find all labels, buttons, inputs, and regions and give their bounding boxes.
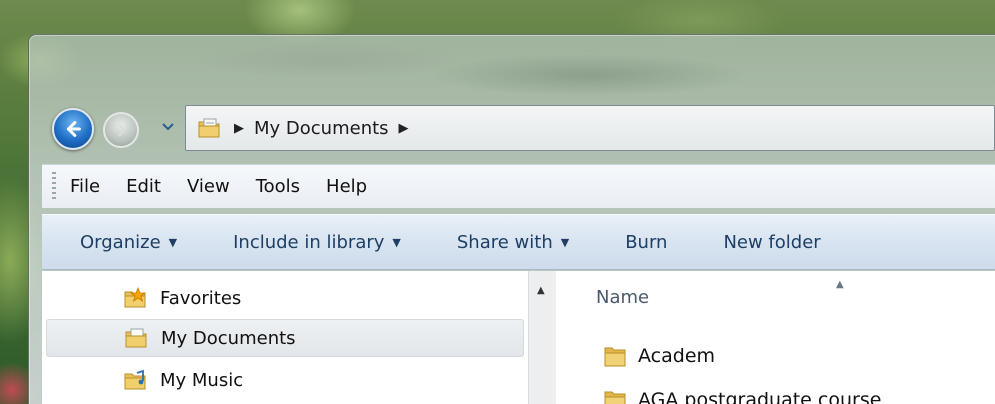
- toolbar-grip: [52, 171, 56, 202]
- sort-ascending-icon: ▲: [836, 279, 844, 290]
- recent-pages-dropdown[interactable]: [161, 121, 175, 133]
- file-row[interactable]: Academ: [602, 343, 715, 369]
- menu-bar: File Edit View Tools Help: [42, 164, 995, 208]
- new-folder-button[interactable]: New folder: [723, 232, 820, 253]
- window-glass-frame: [29, 35, 995, 115]
- address-bar[interactable]: ▶ My Documents ▶: [185, 105, 995, 151]
- back-button[interactable]: [52, 108, 94, 150]
- file-row[interactable]: AGA postgraduate course: [602, 387, 881, 404]
- column-header-name[interactable]: Name: [596, 287, 649, 308]
- share-with-button[interactable]: Share with ▼: [457, 232, 569, 253]
- favorites-icon: [124, 286, 147, 308]
- navigation-scrollbar[interactable]: ▲: [528, 271, 556, 404]
- back-arrow-icon: [66, 121, 81, 137]
- chevron-down-icon: [162, 123, 174, 131]
- chevron-down-icon: ▼: [392, 235, 401, 249]
- folder-icon: [604, 347, 626, 367]
- music-folder-icon: [124, 369, 146, 390]
- file-name: AGA postgraduate course: [638, 389, 882, 404]
- folder-icon: [604, 391, 626, 404]
- include-in-library-label: Include in library: [233, 231, 385, 253]
- scroll-up-arrow-icon[interactable]: ▲: [537, 285, 545, 296]
- chevron-down-icon: ▼: [168, 235, 178, 249]
- forward-button[interactable]: [103, 112, 139, 148]
- organize-button[interactable]: Organize ▼: [80, 232, 177, 253]
- breadcrumb-separator-arrow[interactable]: ▶: [399, 121, 409, 136]
- organize-label: Organize: [80, 231, 161, 253]
- command-bar: Organize ▼ Include in library ▼ Share wi…: [42, 214, 995, 270]
- nav-item-label: My Documents: [161, 327, 296, 349]
- nav-item-label: My Music: [160, 369, 244, 391]
- forward-arrow-icon: [114, 123, 126, 137]
- nav-item-favorites[interactable]: Favorites: [42, 279, 241, 317]
- nav-item-label: Favorites: [160, 287, 242, 309]
- nav-item-my-music[interactable]: My Music: [42, 361, 243, 399]
- menu-file[interactable]: File: [70, 176, 100, 197]
- menu-view[interactable]: View: [187, 176, 230, 197]
- file-list: ▲ Name Academ AGA postgraduate course: [556, 271, 995, 404]
- chevron-down-icon: ▼: [560, 235, 570, 249]
- navigation-pane: Favorites My Documents My Music: [42, 271, 528, 404]
- breadcrumb-separator-arrow[interactable]: ▶: [234, 121, 244, 136]
- file-name: Academ: [638, 345, 716, 367]
- share-with-label: Share with: [456, 231, 553, 253]
- burn-button[interactable]: Burn: [625, 232, 667, 253]
- menu-tools[interactable]: Tools: [256, 176, 300, 197]
- menu-help[interactable]: Help: [326, 176, 367, 197]
- documents-folder-icon: [198, 118, 220, 138]
- nav-item-my-documents[interactable]: My Documents: [46, 319, 524, 357]
- menu-edit[interactable]: Edit: [126, 176, 161, 197]
- include-in-library-button[interactable]: Include in library ▼: [233, 232, 401, 253]
- breadcrumb-my-documents[interactable]: My Documents: [254, 118, 389, 139]
- documents-folder-icon: [125, 328, 147, 348]
